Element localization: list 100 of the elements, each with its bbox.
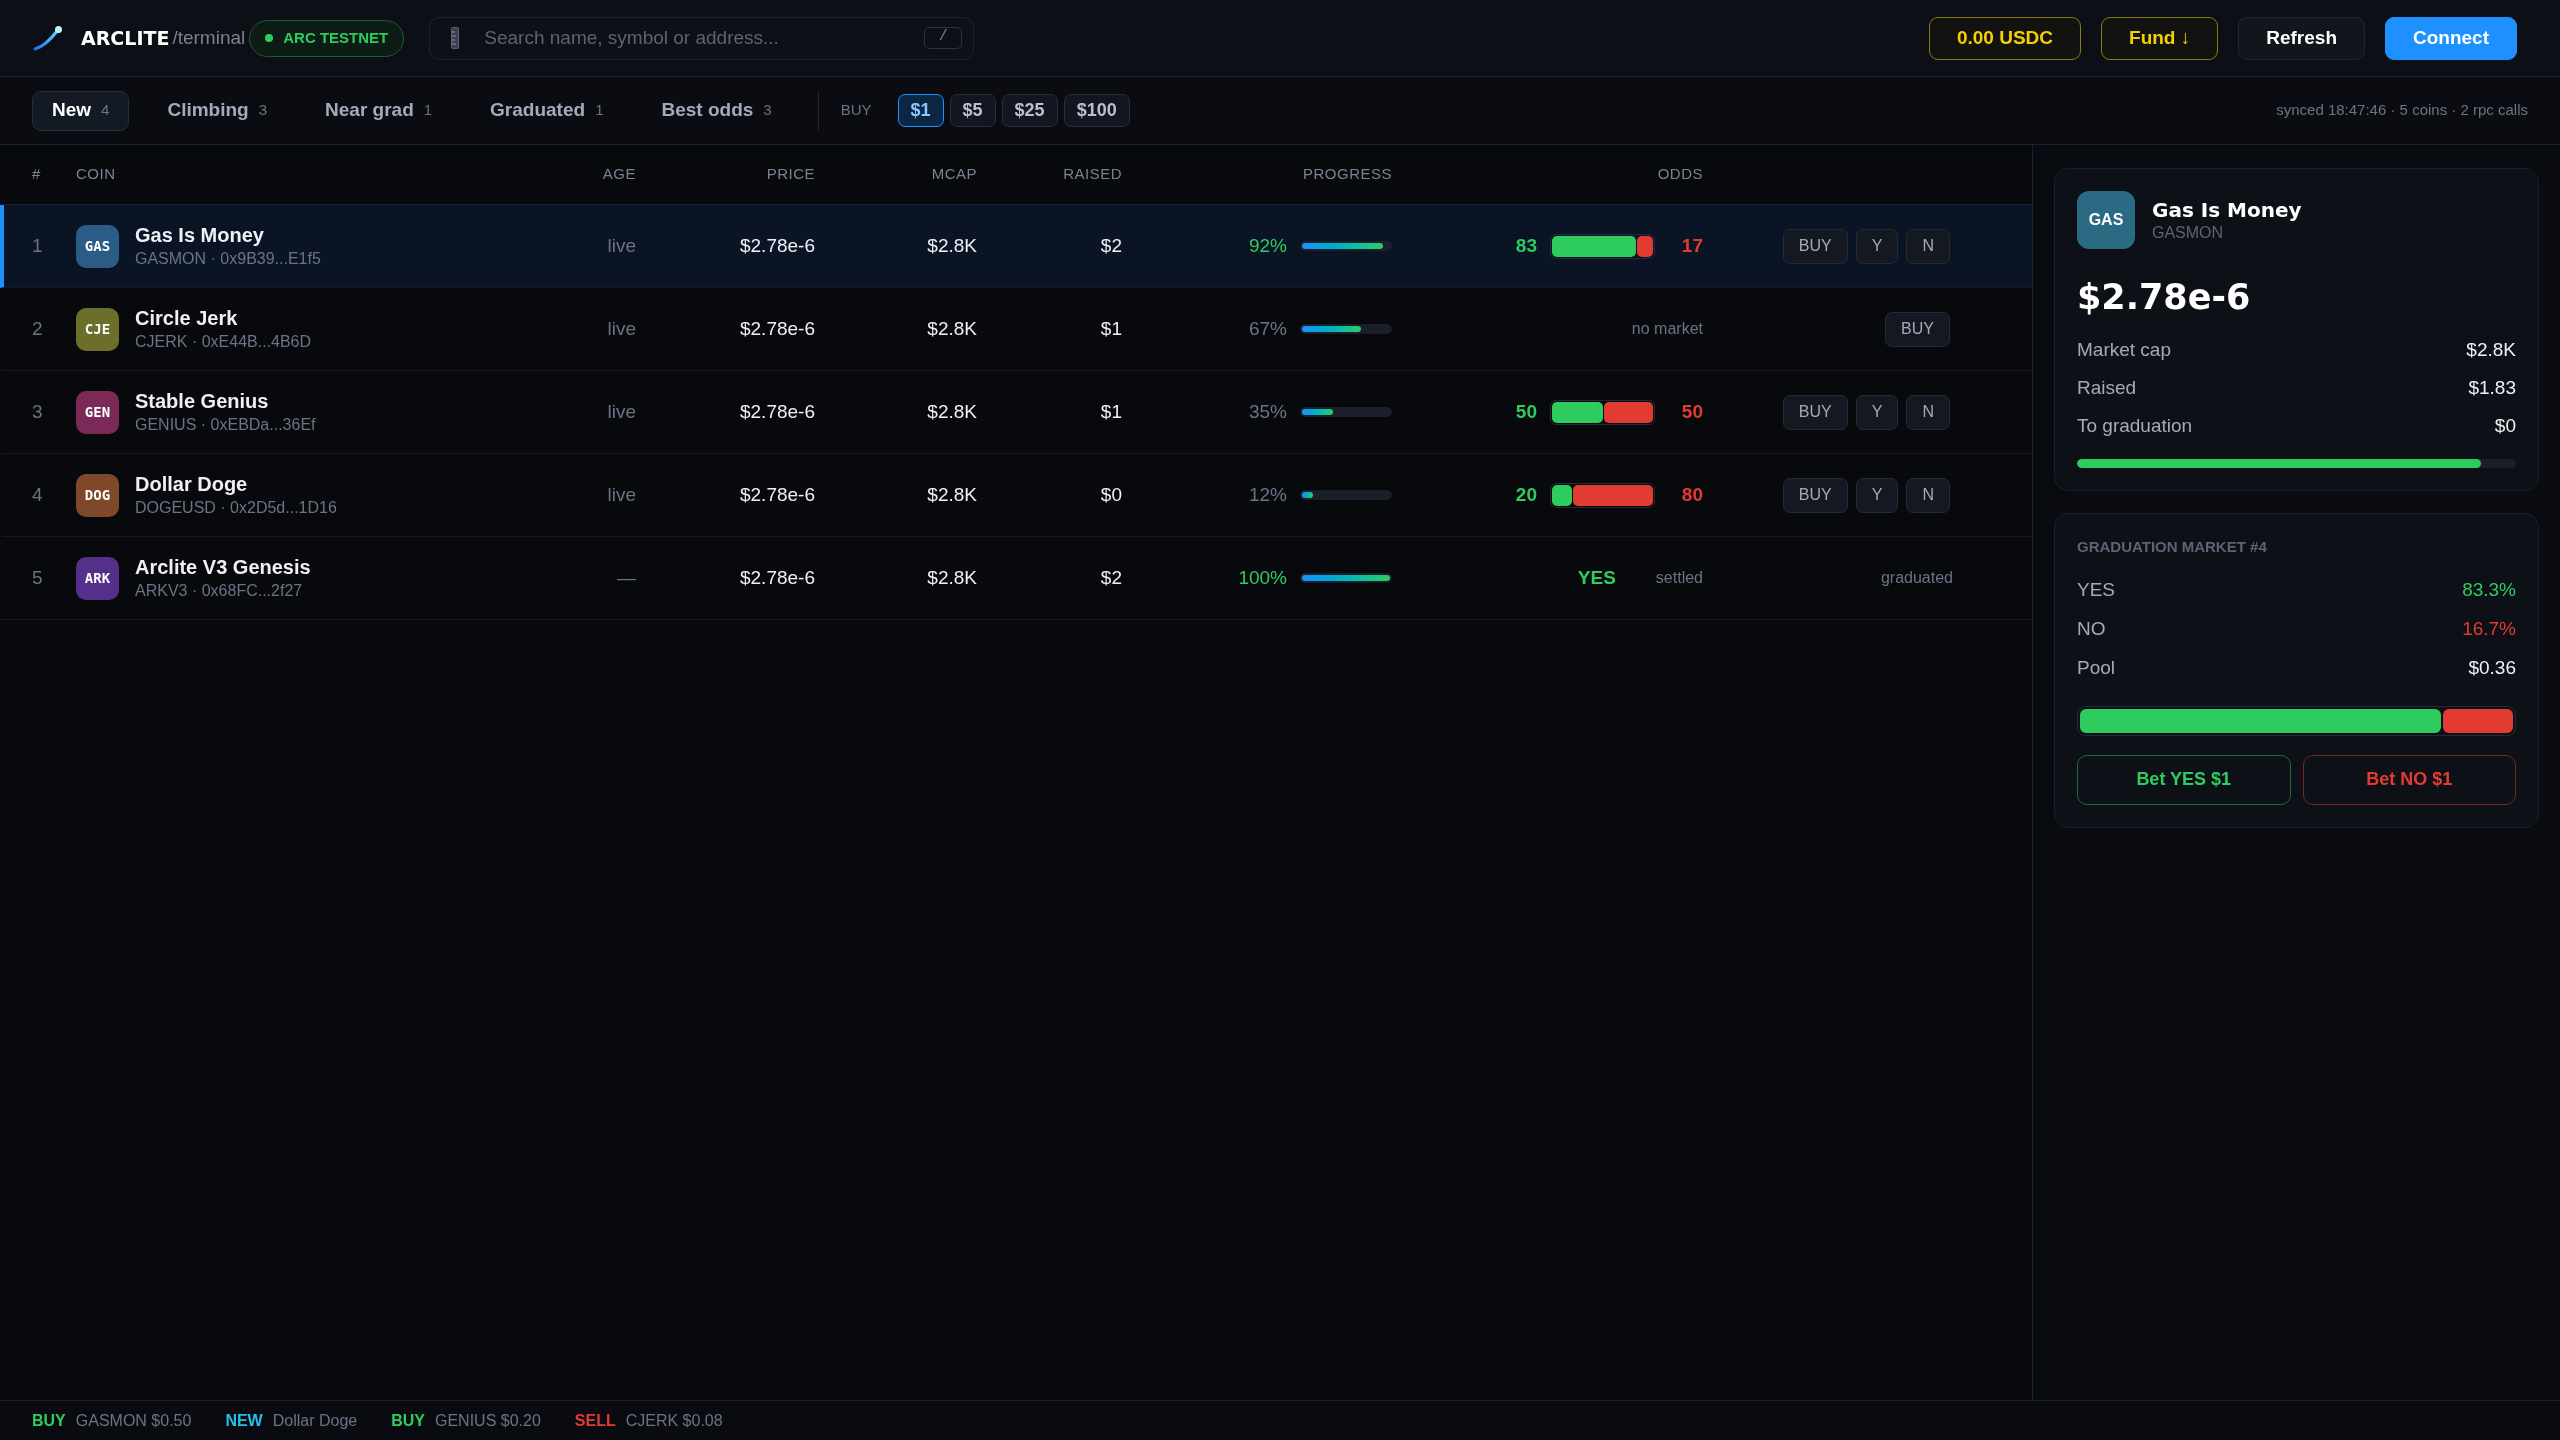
price-cell-text: $2.78e-6 [739, 565, 815, 590]
network-label: ARC TESTNET [283, 27, 389, 48]
column-header: MCAP [930, 164, 977, 185]
ruler-icon [451, 26, 460, 49]
settled-outcome: YES [1577, 565, 1616, 590]
table-row[interactable]: 1 GAS Gas Is Money GASMON · 0x9B39...E1f5 live $2.78e-6 $2.8K $2 92% 83 17 BUY Y N [0, 205, 2032, 288]
column-header: ODDS [1656, 164, 1703, 185]
coin-name: Gas Is Money [135, 223, 265, 247]
row-action-button[interactable]: Y [1855, 394, 1899, 430]
age-cell-text: live [606, 233, 636, 258]
brand-name: ARCLITE [81, 25, 170, 51]
rank-cell-text: 1 [31, 233, 44, 258]
coin-avatar: GAS [2077, 191, 2135, 249]
bet-button[interactable]: Bet YES $1 [2077, 754, 2291, 805]
row-action-button[interactable]: BUY [1782, 477, 1848, 513]
coin-avatar: ARK [76, 556, 119, 600]
no-fill [1603, 401, 1653, 423]
amount-chip[interactable]: $25 [1001, 94, 1058, 127]
filter-tab[interactable]: Near grad 1 [305, 90, 453, 131]
mcap-cell-text: $2.8K [926, 399, 977, 424]
progress-percent: 100% [1238, 565, 1287, 590]
column-header: PRICE [765, 164, 815, 185]
row-action-button[interactable]: BUY [1782, 228, 1848, 264]
age-cell-text: — [616, 565, 636, 590]
progress-percent: 92% [1248, 233, 1287, 258]
market-title: GRADUATION MARKET #4 [2077, 537, 2268, 557]
shortcut-key: / [924, 26, 963, 49]
filter-tab[interactable]: Graduated 1 [470, 90, 624, 131]
row-action-button[interactable]: N [1906, 477, 1950, 513]
raised-cell-text: $1 [1099, 399, 1122, 424]
price-cell-text: $2.78e-6 [739, 316, 815, 341]
raised-cell-text: $1 [1099, 316, 1122, 341]
wallet-button[interactable]: Fund ↓ [2101, 16, 2219, 60]
table-row[interactable]: 5 ARK Arclite V3 Genesis ARKV3 · 0x68FC...2f27 — $2.78e-6 $2.8K $2 100% YES settled graduated [0, 537, 2032, 620]
price-cell-text: $2.78e-6 [739, 233, 815, 258]
no-fill [2442, 708, 2513, 733]
odds-note: no market [1631, 319, 1703, 339]
filter-tab[interactable]: Climbing 3 [147, 90, 288, 131]
table-row[interactable]: 3 GEN Stable Genius GENIUS · 0xEBDa...36Ef live $2.78e-6 $2.8K $1 35% 50 50 BUY Y N [0, 371, 2032, 454]
stat-label: Market cap [2077, 337, 2171, 362]
yes-odds: 20 [1515, 482, 1537, 507]
table-row[interactable]: 2 CJE Circle Jerk CJERK · 0xE44B...4B6D live $2.78e-6 $2.8K $1 67% no market BUY [0, 288, 2032, 371]
rank-cell-text: 3 [31, 399, 44, 424]
refresh-button[interactable]: Refresh [2238, 16, 2365, 60]
coin-name: Arclite V3 Genesis [135, 555, 311, 579]
row-action-button[interactable]: BUY [1885, 311, 1950, 347]
coin-avatar: GAS [76, 224, 119, 268]
row-action-button[interactable]: N [1906, 228, 1950, 264]
column-header: # [31, 164, 42, 185]
coin-meta: DOGEUSD · 0x2D5d...1D16 [135, 498, 337, 518]
filter-tab[interactable]: Best odds 3 [641, 90, 792, 131]
mcap-cell-text: $2.8K [926, 316, 977, 341]
coin-meta: CJERK · 0xE44B...4B6D [135, 332, 312, 352]
row-action-button[interactable]: BUY [1782, 394, 1848, 430]
mcap-cell-text: $2.8K [926, 565, 977, 590]
row-action-button[interactable]: N [1906, 394, 1950, 430]
coin-avatar: CJE [76, 307, 119, 351]
coin-avatar: DOG [76, 473, 119, 517]
rank-cell-text: 4 [31, 482, 44, 507]
wallet-button[interactable]: 0.00 USDC [1928, 16, 2082, 60]
coin-meta: GENIUS · 0xEBDa...36Ef [135, 415, 316, 435]
age-cell-text: live [606, 316, 636, 341]
stat-label: Raised [2077, 375, 2137, 400]
yes-odds: 83 [1515, 233, 1537, 258]
sync-status: synced 18:47:46 · 5 coins · 2 rpc calls [2276, 100, 2528, 121]
buy-label: BUY [840, 100, 872, 121]
ticker-action: BUY [32, 1410, 66, 1431]
no-odds: 50 [1680, 399, 1703, 424]
amount-chip[interactable]: $5 [949, 94, 996, 127]
market-label: YES [2077, 577, 2116, 602]
raised-cell-text: $0 [1099, 482, 1122, 507]
market-value: $0.36 [2468, 655, 2516, 680]
price-cell-text: $2.78e-6 [739, 399, 815, 424]
ticker-action: SELL [574, 1410, 616, 1431]
no-odds: 80 [1680, 482, 1703, 507]
mcap-cell-text: $2.8K [926, 482, 977, 507]
amount-chip[interactable]: $100 [1063, 94, 1130, 127]
brand-suffix: /terminal [172, 25, 246, 50]
market-value: 16.7% [2462, 616, 2516, 641]
amount-chip[interactable]: $1 [897, 94, 944, 127]
stat-value: $0 [2494, 413, 2516, 438]
stat-label: To graduation [2077, 413, 2193, 438]
row-action-button[interactable]: Y [1855, 228, 1899, 264]
no-odds: 17 [1680, 233, 1703, 258]
bet-button[interactable]: Bet NO $1 [2302, 754, 2516, 805]
coin-name: Circle Jerk [135, 306, 239, 330]
progress-percent: 12% [1248, 482, 1287, 507]
market-label: NO [2077, 616, 2106, 641]
raised-cell-text: $2 [1099, 233, 1122, 258]
progress-percent: 67% [1248, 316, 1287, 341]
coin-symbol: GASMON [2152, 223, 2225, 243]
row-action-button[interactable]: Y [1855, 477, 1899, 513]
table-row[interactable]: 4 DOG Dollar Doge DOGEUSD · 0x2D5d...1D16 live $2.78e-6 $2.8K $0 12% 20 80 BUY Y N [0, 454, 2032, 537]
column-header: AGE [601, 164, 636, 185]
coin-name: Dollar Doge [135, 472, 249, 496]
column-header: PROGRESS [1301, 164, 1392, 185]
coin-avatar: GEN [76, 390, 119, 434]
stat-value: $1.83 [2468, 375, 2516, 400]
filter-tab[interactable]: New 4 [32, 90, 130, 131]
column-header: COIN [76, 164, 117, 185]
